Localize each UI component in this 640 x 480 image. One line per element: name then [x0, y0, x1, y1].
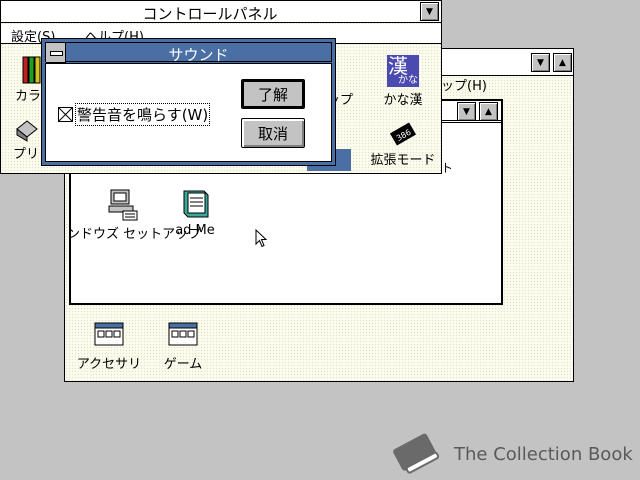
extended-mode-label: 拡張モード: [370, 153, 436, 168]
watermark: The Collection Book: [388, 430, 633, 474]
program-group-accessories[interactable]: アクセサリ: [67, 321, 151, 372]
group-maximize-button[interactable]: ▲: [479, 102, 498, 121]
partial-icon-item-2[interactable]: ト: [437, 159, 457, 176]
read-me-icon: [183, 190, 209, 218]
sound-dialog-client: 警告音を鳴らす(W) 了解 取消: [45, 63, 332, 162]
book-icon: [393, 433, 440, 474]
cancel-button[interactable]: 取消: [241, 118, 305, 148]
extended-mode-icon-item[interactable]: 386 拡張モード: [367, 121, 439, 168]
sound-dialog: サウンド 警告音を鳴らす(W) 了解 取消: [41, 38, 336, 166]
beep-checkbox-label: 警告音を鳴らす(W): [74, 103, 211, 126]
beep-checkbox[interactable]: 警告音を鳴らす(W): [58, 103, 211, 126]
group-minimize-button[interactable]: ▼: [457, 102, 476, 121]
mouse-cursor-icon: [255, 229, 268, 248]
printer-icon: [16, 120, 38, 142]
system-menu-button[interactable]: [46, 43, 66, 63]
kana-kanji-label: かな漢: [383, 93, 423, 108]
minimize-button[interactable]: ▼: [531, 53, 550, 72]
control-panel-minimize-button[interactable]: ▼: [420, 2, 439, 21]
program-group-games[interactable]: ゲーム: [155, 321, 211, 372]
kana-kanji-glyph-kanji: 漢: [388, 54, 408, 78]
extended-mode-icon: 386: [389, 122, 417, 146]
menu-help-partial[interactable]: ップ(H): [441, 75, 487, 94]
control-panel-title-bar: コントロールパネル: [1, 1, 441, 23]
windows-setup-icon-item[interactable]: ンドウズ セットアップ: [67, 187, 201, 242]
kana-kanji-icon: 漢 かな: [387, 55, 419, 87]
sound-dialog-title-bar: サウンド: [45, 42, 332, 64]
program-group-label: アクセサリ: [76, 357, 142, 372]
maximize-button[interactable]: ▲: [553, 53, 572, 72]
program-group-icon: [168, 322, 198, 346]
program-group-label: ゲーム: [163, 357, 203, 372]
read-me-icon-item[interactable]: ad Me: [167, 187, 223, 238]
kana-kanji-glyph-kana: かな: [398, 75, 418, 86]
read-me-label: ad Me: [175, 223, 215, 238]
partial-label: ト: [440, 161, 453, 175]
kana-kanji-icon-item[interactable]: 漢 かな かな漢: [373, 55, 433, 108]
sound-dialog-title: サウンド: [168, 46, 229, 64]
program-group-icon: [94, 322, 124, 346]
checkbox-checked-icon: [58, 107, 73, 122]
control-panel-title: コントロールパネル: [142, 5, 278, 23]
windows-setup-icon: [108, 189, 138, 221]
ok-button[interactable]: 了解: [241, 79, 305, 109]
watermark-text: The Collection Book: [454, 444, 633, 465]
